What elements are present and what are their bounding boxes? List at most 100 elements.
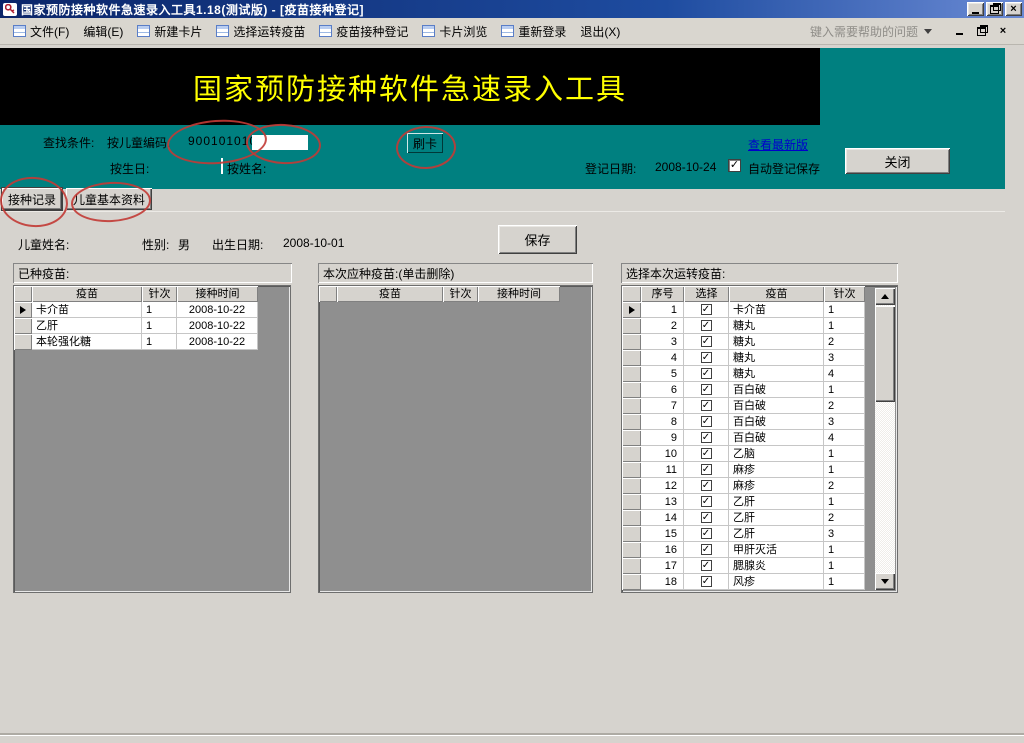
select-cell[interactable]: ✓ (684, 446, 729, 462)
number-cell[interactable]: 17 (641, 558, 684, 574)
date-cell[interactable]: 2008-10-22 (177, 318, 258, 334)
select-cell[interactable]: ✓ (684, 462, 729, 478)
help-question-input[interactable]: 键入需要帮助的问题 (810, 23, 918, 40)
vaccine-cell[interactable]: 乙脑 (729, 446, 824, 462)
select-checkbox[interactable]: ✓ (701, 512, 712, 523)
dose-cell[interactable]: 1 (824, 318, 865, 334)
dose-cell[interactable]: 4 (824, 430, 865, 446)
row-selector-cell[interactable] (622, 382, 641, 398)
row-selector-cell[interactable] (622, 446, 641, 462)
table-row[interactable]: 16✓甲肝灭活1 (622, 542, 897, 558)
number-cell[interactable]: 6 (641, 382, 684, 398)
number-cell[interactable]: 5 (641, 366, 684, 382)
select-cell[interactable]: ✓ (684, 350, 729, 366)
table-row[interactable]: 12✓麻疹2 (622, 478, 897, 494)
dose-cell[interactable]: 2 (824, 334, 865, 350)
dose-cell[interactable]: 2 (824, 510, 865, 526)
save-button[interactable]: 保存 (498, 225, 577, 254)
dose-cell[interactable]: 1 (824, 446, 865, 462)
select-cell[interactable]: ✓ (684, 430, 729, 446)
number-cell[interactable]: 1 (641, 302, 684, 318)
vaccine-column-header[interactable]: 疫苗 (729, 286, 824, 302)
table-row[interactable]: 1✓卡介苗1 (622, 302, 897, 318)
row-selector-cell[interactable] (622, 414, 641, 430)
number-cell[interactable]: 3 (641, 334, 684, 350)
select-checkbox[interactable]: ✓ (701, 560, 712, 571)
minimize-button[interactable] (967, 2, 984, 16)
vaccine-cell[interactable]: 糖丸 (729, 318, 824, 334)
select-cell[interactable]: ✓ (684, 382, 729, 398)
number-cell[interactable]: 12 (641, 478, 684, 494)
dose-cell[interactable]: 1 (824, 494, 865, 510)
row-selector-cell[interactable] (622, 478, 641, 494)
select-checkbox[interactable]: ✓ (701, 320, 712, 331)
scrollbar-thumb[interactable] (875, 306, 895, 402)
number-cell[interactable]: 4 (641, 350, 684, 366)
dose-cell[interactable]: 1 (824, 382, 865, 398)
dose-cell[interactable]: 3 (824, 414, 865, 430)
scroll-up-button[interactable] (875, 288, 895, 305)
select-cell[interactable]: ✓ (684, 574, 729, 590)
select-cell[interactable]: ✓ (684, 366, 729, 382)
select-checkbox[interactable]: ✓ (701, 496, 712, 507)
vaccine-column-header[interactable]: 疫苗 (337, 286, 443, 302)
dose-column-header[interactable]: 针次 (142, 286, 177, 302)
select-checkbox[interactable]: ✓ (701, 480, 712, 491)
row-selector-cell[interactable] (622, 462, 641, 478)
restore-button[interactable] (986, 2, 1003, 16)
tab-child-basic-info[interactable]: 儿童基本资料 (66, 188, 152, 210)
select-column-header[interactable]: 选择 (684, 286, 729, 302)
vaccine-cell[interactable]: 甲肝灭活 (729, 542, 824, 558)
vaccine-cell[interactable]: 百白破 (729, 414, 824, 430)
table-row[interactable]: 卡介苗12008-10-22 (14, 302, 290, 318)
menu-item[interactable]: 文件(F) (6, 20, 76, 43)
table-row[interactable]: 7✓百白破2 (622, 398, 897, 414)
select-checkbox[interactable]: ✓ (701, 304, 712, 315)
row-selector-cell[interactable] (622, 510, 641, 526)
row-selector-cell[interactable] (622, 366, 641, 382)
vaccine-cell[interactable]: 本轮强化糖 (32, 334, 142, 350)
dose-cell[interactable]: 1 (142, 334, 177, 350)
dose-cell[interactable]: 2 (824, 478, 865, 494)
dose-cell[interactable]: 1 (142, 318, 177, 334)
table-row[interactable]: 4✓糖丸3 (622, 350, 897, 366)
dose-column-header[interactable]: 针次 (824, 286, 865, 302)
number-cell[interactable]: 10 (641, 446, 684, 462)
number-cell[interactable]: 13 (641, 494, 684, 510)
number-cell[interactable]: 18 (641, 574, 684, 590)
vaccine-column-header[interactable]: 疫苗 (32, 286, 142, 302)
vaccine-cell[interactable]: 乙肝 (729, 494, 824, 510)
menu-item[interactable]: 疫苗接种登记 (312, 20, 415, 43)
dose-cell[interactable]: 4 (824, 366, 865, 382)
select-cell[interactable]: ✓ (684, 318, 729, 334)
vertical-scrollbar[interactable] (875, 288, 895, 590)
dose-cell[interactable]: 3 (824, 526, 865, 542)
vaccine-cell[interactable]: 卡介苗 (32, 302, 142, 318)
select-checkbox[interactable]: ✓ (701, 464, 712, 475)
row-selector-cell[interactable] (622, 494, 641, 510)
menu-item[interactable]: 编辑(E) (76, 20, 130, 43)
row-selector-cell[interactable] (622, 398, 641, 414)
vaccine-cell[interactable]: 百白破 (729, 398, 824, 414)
dose-cell[interactable]: 1 (824, 462, 865, 478)
row-selector-cell[interactable] (622, 558, 641, 574)
select-cell[interactable]: ✓ (684, 558, 729, 574)
row-selector-cell[interactable] (622, 526, 641, 542)
select-cell[interactable]: ✓ (684, 414, 729, 430)
menu-item[interactable]: 新建卡片 (130, 20, 209, 43)
number-cell[interactable]: 8 (641, 414, 684, 430)
help-dropdown-icon[interactable] (924, 29, 932, 34)
number-cell[interactable]: 11 (641, 462, 684, 478)
number-cell[interactable]: 14 (641, 510, 684, 526)
select-checkbox[interactable]: ✓ (701, 400, 712, 411)
vaccine-cell[interactable]: 卡介苗 (729, 302, 824, 318)
dose-cell[interactable]: 3 (824, 350, 865, 366)
vaccine-cell[interactable]: 百白破 (729, 430, 824, 446)
table-row[interactable]: 6✓百白破1 (622, 382, 897, 398)
date-cell[interactable]: 2008-10-22 (177, 334, 258, 350)
menu-item[interactable]: 退出(X) (573, 20, 627, 43)
latest-version-link[interactable]: 查看最新版 (748, 136, 808, 153)
select-cell[interactable]: ✓ (684, 334, 729, 350)
number-column-header[interactable]: 序号 (641, 286, 684, 302)
dose-cell[interactable]: 1 (824, 558, 865, 574)
